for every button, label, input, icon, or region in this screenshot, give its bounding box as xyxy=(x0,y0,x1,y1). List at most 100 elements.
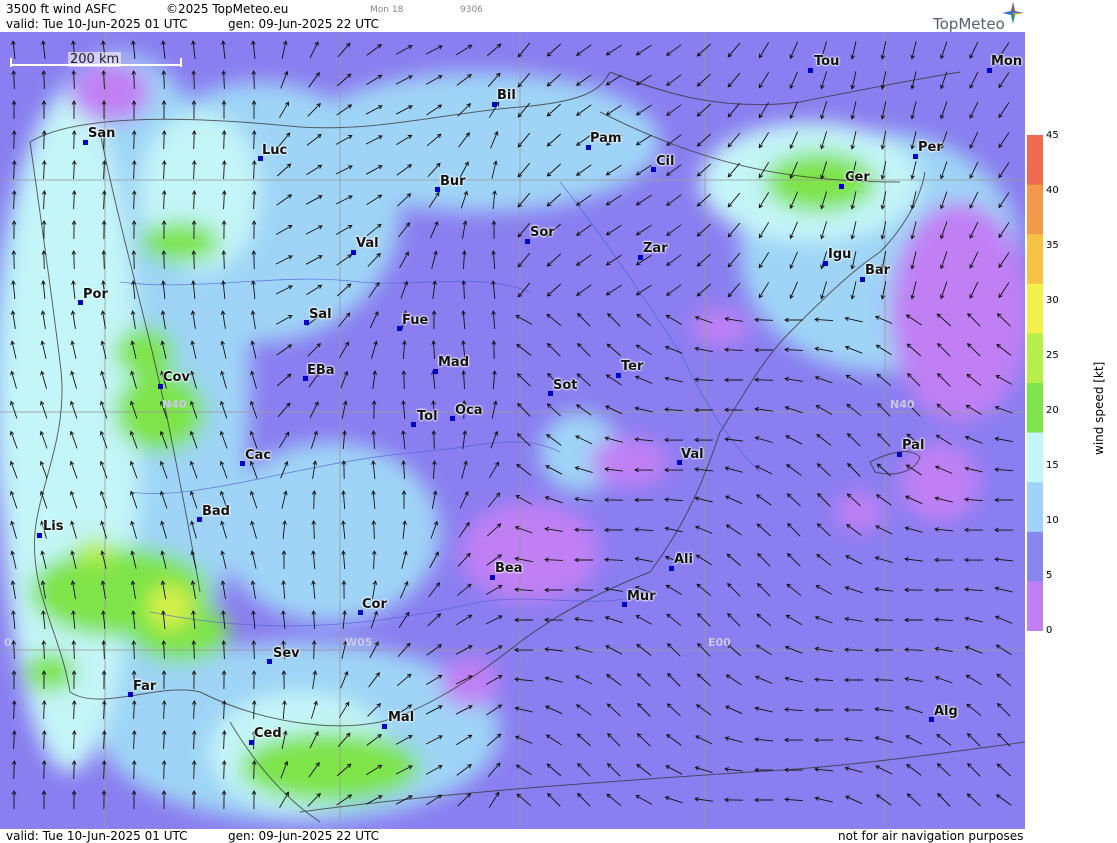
wind-arrow xyxy=(278,431,290,448)
wind-arrow xyxy=(876,373,892,387)
wind-arrow xyxy=(369,310,379,329)
wind-arrow xyxy=(492,370,497,390)
wind-arrow xyxy=(276,344,293,356)
wind-arrow xyxy=(398,222,411,238)
run-code: 9306 xyxy=(460,5,483,15)
legend-tick: 5 xyxy=(1046,570,1053,581)
wind-arrow xyxy=(820,71,828,90)
wind-arrow xyxy=(724,736,743,743)
wind-arrow xyxy=(251,610,256,630)
wind-arrow xyxy=(432,460,437,480)
wind-arrow xyxy=(724,437,743,442)
wind-arrow xyxy=(664,407,684,412)
grid-label-n40-west: N40 xyxy=(162,398,187,411)
legend-tick: 0 xyxy=(1046,625,1053,636)
wind-arrow xyxy=(307,342,321,357)
wind-arrow xyxy=(575,675,593,685)
wind-arrow xyxy=(575,284,592,296)
wind-arrow xyxy=(635,344,652,356)
wind-arrow xyxy=(994,497,1013,503)
wind-arrow xyxy=(277,402,291,418)
legend-colorbar xyxy=(1027,135,1043,632)
wind-arrow xyxy=(401,400,406,420)
wind-arrow xyxy=(461,280,467,300)
wind-arrow xyxy=(576,733,592,747)
wind-arrow xyxy=(757,552,771,567)
wind-arrow xyxy=(906,764,922,776)
wind-arrow xyxy=(575,254,592,266)
wind-arrow xyxy=(606,793,622,807)
wind-arrow xyxy=(574,496,593,502)
wind-arrow xyxy=(998,162,1010,179)
wind-arrow xyxy=(605,284,622,296)
wind-arrow xyxy=(820,101,828,120)
wind-arrow xyxy=(877,432,891,447)
wind-arrow xyxy=(429,220,439,239)
wind-arrow xyxy=(816,433,832,446)
wind-arrow xyxy=(755,494,772,506)
city-label: Per xyxy=(918,140,943,155)
wind-arrow xyxy=(431,310,437,330)
wind-arrow xyxy=(606,763,621,777)
wind-arrow xyxy=(575,224,592,236)
wind-arrow xyxy=(994,527,1014,533)
wind-arrow xyxy=(309,401,319,419)
wind-arrow xyxy=(605,224,622,236)
city-label: Por xyxy=(83,287,108,302)
wind-arrow xyxy=(516,793,532,807)
wind-arrow xyxy=(635,74,652,86)
legend-tick: 20 xyxy=(1046,405,1059,416)
wind-arrow xyxy=(874,647,893,653)
wind-map[interactable]: 200 km N40 N40 W05 E00 0 Tou Mon Bil San… xyxy=(0,32,1025,829)
wind-arrow xyxy=(459,490,469,509)
wind-arrow xyxy=(400,280,409,299)
city-label: Tol xyxy=(417,409,438,424)
wind-arrow xyxy=(939,71,948,90)
wind-arrow xyxy=(221,40,226,59)
wind-arrow xyxy=(11,760,17,780)
wind-arrow xyxy=(635,194,652,206)
wind-arrow xyxy=(366,74,383,86)
wind-arrow xyxy=(754,737,774,742)
wind-arrow xyxy=(487,492,501,508)
wind-arrow xyxy=(694,346,713,353)
wind-arrow xyxy=(786,464,802,476)
wind-arrow xyxy=(666,613,682,627)
city-marker xyxy=(267,659,272,664)
legend-title: wind speed [kt] xyxy=(1092,361,1106,455)
city-label: Mal xyxy=(388,710,415,725)
wind-arrow xyxy=(784,737,804,743)
wind-arrow xyxy=(995,794,1012,806)
wind-arrow xyxy=(487,762,501,778)
legend-color-band xyxy=(1027,432,1043,484)
wind-arrow xyxy=(874,556,893,564)
wind-arrow xyxy=(994,467,1014,472)
legend-color-band xyxy=(1027,234,1043,285)
wind-arrow xyxy=(844,616,863,622)
wind-arrow xyxy=(724,495,743,505)
city-label: Sot xyxy=(553,378,578,393)
wind-arrow xyxy=(844,737,863,742)
wind-arrow xyxy=(604,557,624,562)
wind-arrow xyxy=(998,102,1010,119)
city-label: Bad xyxy=(202,504,230,519)
wind-arrow xyxy=(461,460,468,479)
wind-arrow xyxy=(846,403,862,417)
wind-arrow xyxy=(339,341,349,359)
wind-arrow xyxy=(12,160,17,180)
city-label: Sor xyxy=(530,225,555,240)
wind-arrow xyxy=(371,340,378,359)
wind-arrow xyxy=(491,400,498,419)
wind-arrow xyxy=(666,74,682,86)
city-label: Mon xyxy=(991,54,1023,69)
wind-arrow xyxy=(11,700,17,720)
wind-arrow xyxy=(664,526,683,533)
wind-arrow xyxy=(131,790,137,810)
wind-arrow xyxy=(787,522,801,537)
topmeteo-logo[interactable]: TopMeteo xyxy=(930,2,1024,33)
wind-arrow xyxy=(604,586,623,592)
wind-arrow xyxy=(874,677,894,683)
wind-arrow xyxy=(220,580,226,599)
wind-arrow xyxy=(401,370,407,390)
wind-arrow xyxy=(666,254,682,266)
